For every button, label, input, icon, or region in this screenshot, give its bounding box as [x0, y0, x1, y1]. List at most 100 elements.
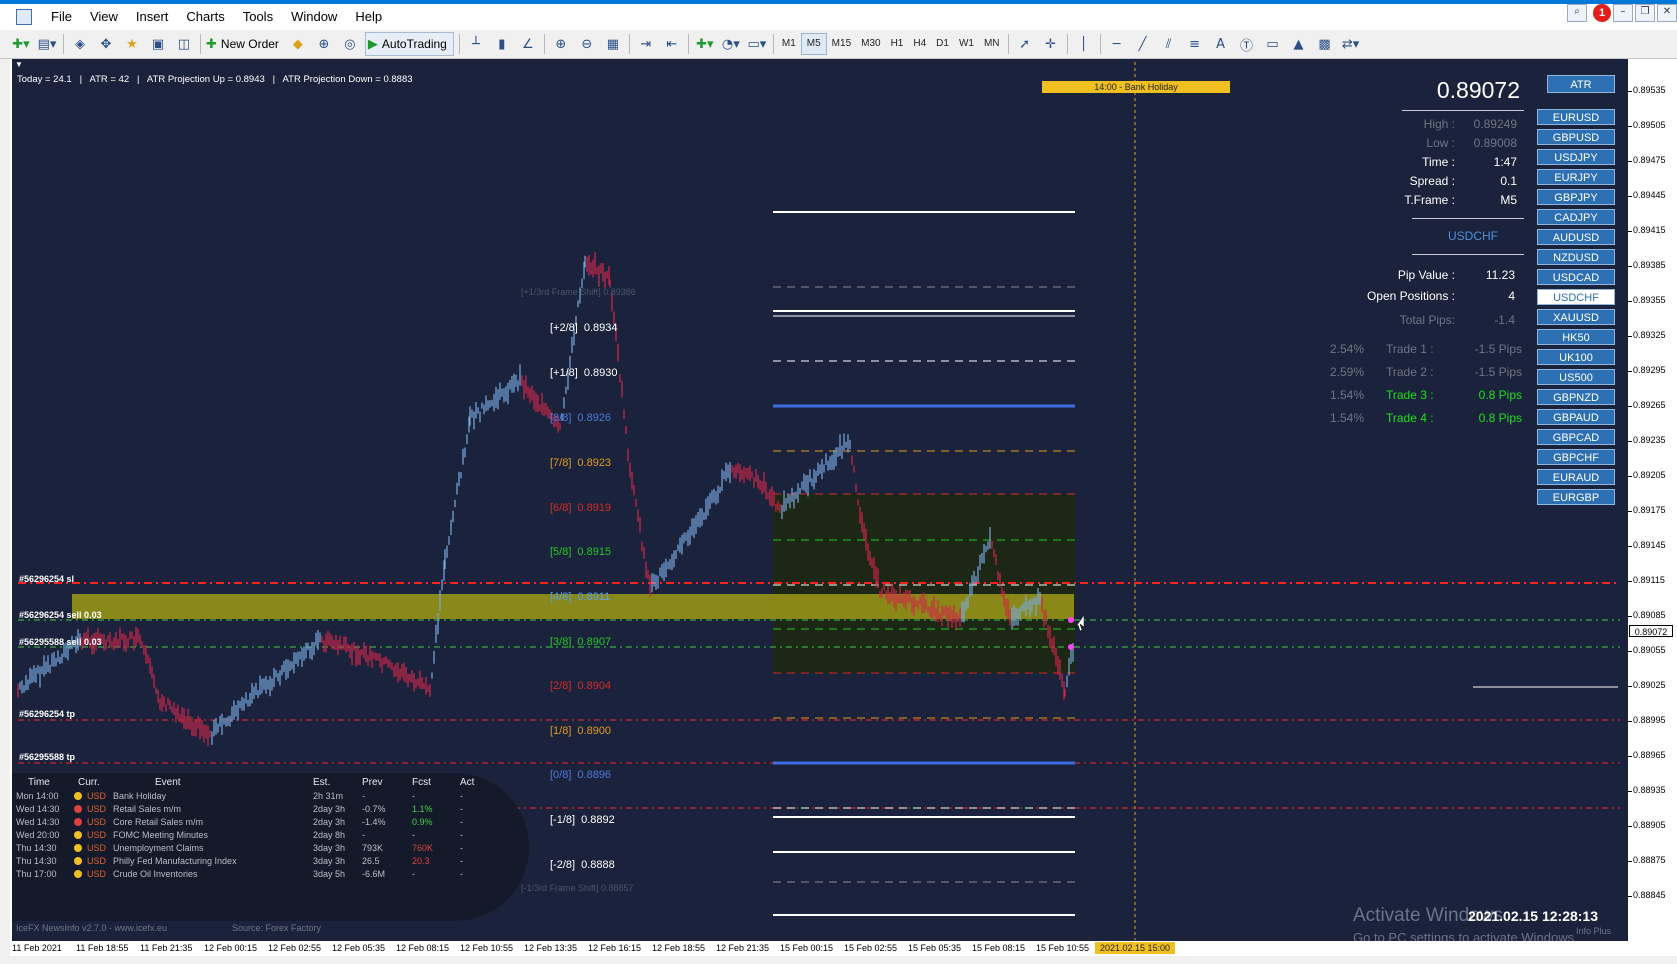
symbol-button-eurjpy[interactable]: EURJPY: [1537, 169, 1615, 185]
murrey-level-name: [1/8]: [550, 725, 572, 737]
news-header-time: Time: [28, 777, 50, 788]
menu-help[interactable]: Help: [346, 4, 391, 30]
horizontal-line-icon[interactable]: ─: [1106, 33, 1128, 55]
symbol-button-gbpcad[interactable]: GBPCAD: [1537, 429, 1615, 445]
navigator-icon[interactable]: ★: [121, 33, 143, 55]
symbol-button-eurusd[interactable]: EURUSD: [1537, 109, 1615, 125]
atr-button[interactable]: ATR: [1547, 75, 1615, 93]
tile-windows-icon[interactable]: ▦: [602, 33, 624, 55]
templates-icon[interactable]: ▭▾: [746, 33, 768, 55]
data-window-icon[interactable]: ✥: [95, 33, 117, 55]
arrows-icon[interactable]: ⇄▾: [1340, 33, 1362, 55]
autotrading-button[interactable]: ▶ AutoTrading: [364, 32, 454, 56]
menu-view[interactable]: View: [81, 4, 127, 30]
signals-icon[interactable]: ⊕: [313, 33, 335, 55]
symbol-button-hk50[interactable]: HK50: [1537, 329, 1615, 345]
toolbar-separator: [543, 34, 545, 54]
new-order-label: New Order: [220, 37, 279, 51]
notification-badge[interactable]: 1: [1593, 4, 1611, 22]
symbol-button-gbpnzd[interactable]: GBPNZD: [1537, 389, 1615, 405]
cursor-icon[interactable]: ➚: [1014, 33, 1036, 55]
timeframe-m5[interactable]: M5: [800, 33, 827, 55]
menu-insert[interactable]: Insert: [127, 4, 178, 30]
triangle-icon[interactable]: ▲: [1288, 33, 1310, 55]
metaeditor-icon[interactable]: ◆: [287, 33, 309, 55]
menu-charts[interactable]: Charts: [177, 4, 233, 30]
candlestick-icon[interactable]: ▮: [491, 33, 513, 55]
symbol-button-audusd[interactable]: AUDUSD: [1537, 229, 1615, 245]
symbol-button-gbpjpy[interactable]: GBPJPY: [1537, 189, 1615, 205]
timeframe-w1[interactable]: W1: [954, 34, 979, 54]
murrey-level-name: [+1/8]: [550, 367, 578, 379]
symbol-button-nzdusd[interactable]: NZDUSD: [1537, 249, 1615, 265]
text-icon[interactable]: A: [1210, 33, 1232, 55]
news-cell-curr: USD: [87, 817, 107, 827]
symbol-button-gbpaud[interactable]: GBPAUD: [1537, 409, 1615, 425]
symbol-button-usdjpy[interactable]: USDJPY: [1537, 149, 1615, 165]
tester-icon[interactable]: ◫: [173, 33, 195, 55]
crosshair-icon[interactable]: ✛: [1040, 33, 1062, 55]
timeframe-m15[interactable]: M15: [827, 34, 856, 54]
impact-dot-icon: [74, 870, 82, 878]
murrey-level-label: [2/8] 0.8904: [550, 680, 611, 692]
symbol-button-cadjpy[interactable]: CADJPY: [1537, 209, 1615, 225]
symbol-button-usdchf[interactable]: USDCHF: [1537, 289, 1615, 305]
timeframe-m30[interactable]: M30: [856, 34, 885, 54]
symbol-button-usdcad[interactable]: USDCAD: [1537, 269, 1615, 285]
search-icon[interactable]: ⌕: [1567, 4, 1587, 22]
zoom-in-icon[interactable]: ⊕: [550, 33, 572, 55]
close-button[interactable]: ✕: [1657, 4, 1677, 22]
chart-shift-icon[interactable]: ⇤: [661, 33, 683, 55]
rectangle-icon[interactable]: ▭: [1262, 33, 1284, 55]
text-label-icon[interactable]: Ⓣ: [1236, 33, 1258, 55]
news-cell-act: -: [460, 817, 463, 827]
indicators-icon[interactable]: ✚▾: [694, 33, 716, 55]
trade-percent: 2.54%: [1330, 342, 1365, 356]
spread-value: 0.1: [1500, 174, 1517, 188]
low-value: 0.89008: [1473, 136, 1517, 150]
new-chart-icon[interactable]: ✚▾: [10, 33, 32, 55]
gann-grid-icon[interactable]: ▩: [1314, 33, 1336, 55]
fibonacci-icon[interactable]: ≡: [1184, 33, 1206, 55]
trendline-icon[interactable]: ╱: [1132, 33, 1154, 55]
symbol-button-us500[interactable]: US500: [1537, 369, 1615, 385]
news-cell-curr: USD: [87, 791, 107, 801]
timeframe-h4[interactable]: H4: [908, 34, 931, 54]
vertical-line-icon[interactable]: │: [1073, 33, 1095, 55]
periods-icon[interactable]: ◔▾: [720, 33, 742, 55]
timeframe-mn[interactable]: MN: [979, 34, 1005, 54]
symbol-button-gbpchf[interactable]: GBPCHF: [1537, 449, 1615, 465]
zoom-out-icon[interactable]: ⊖: [576, 33, 598, 55]
minimize-button[interactable]: –: [1613, 4, 1633, 22]
auto-scroll-icon[interactable]: ⇥: [635, 33, 657, 55]
market-icon[interactable]: ◎: [339, 33, 361, 55]
price-axis-label: 0.89295: [1633, 365, 1666, 375]
symbol-button-eurgbp[interactable]: EURGBP: [1537, 489, 1615, 505]
menu-window[interactable]: Window: [282, 4, 346, 30]
line-chart-icon[interactable]: ∠: [517, 33, 539, 55]
market-watch-icon[interactable]: ◈: [69, 33, 91, 55]
menu-tools[interactable]: Tools: [234, 4, 282, 30]
time-axis-label: 12 Feb 00:15: [204, 943, 258, 953]
news-header-act: Act: [460, 777, 475, 788]
symbol-button-xauusd[interactable]: XAUUSD: [1537, 309, 1615, 325]
new-order-button[interactable]: ✚ New Order: [206, 33, 283, 55]
price-axis-label: 0.89385: [1633, 260, 1666, 270]
channel-icon[interactable]: ⫽: [1158, 33, 1180, 55]
restore-button[interactable]: ❐: [1635, 4, 1655, 22]
timeframe-d1[interactable]: D1: [931, 34, 954, 54]
terminal-icon[interactable]: ▣: [147, 33, 169, 55]
chart-menu-arrow-icon[interactable]: ▼: [15, 60, 23, 69]
price-axis-label: 0.89145: [1633, 540, 1666, 550]
symbol-button-euraud[interactable]: EURAUD: [1537, 469, 1615, 485]
timeframe-m1[interactable]: M1: [777, 34, 801, 54]
menu-file[interactable]: File: [42, 4, 81, 30]
news-cell-prev: -: [362, 791, 365, 801]
symbol-button-gbpusd[interactable]: GBPUSD: [1537, 129, 1615, 145]
symbol-button-uk100[interactable]: UK100: [1537, 349, 1615, 365]
news-cell-prev: 26.5: [362, 856, 380, 866]
bar-chart-icon[interactable]: ┴: [465, 33, 487, 55]
timeframe-h1[interactable]: H1: [886, 34, 909, 54]
impact-dot-icon: [74, 818, 82, 826]
profiles-icon[interactable]: ▤▾: [36, 33, 58, 55]
